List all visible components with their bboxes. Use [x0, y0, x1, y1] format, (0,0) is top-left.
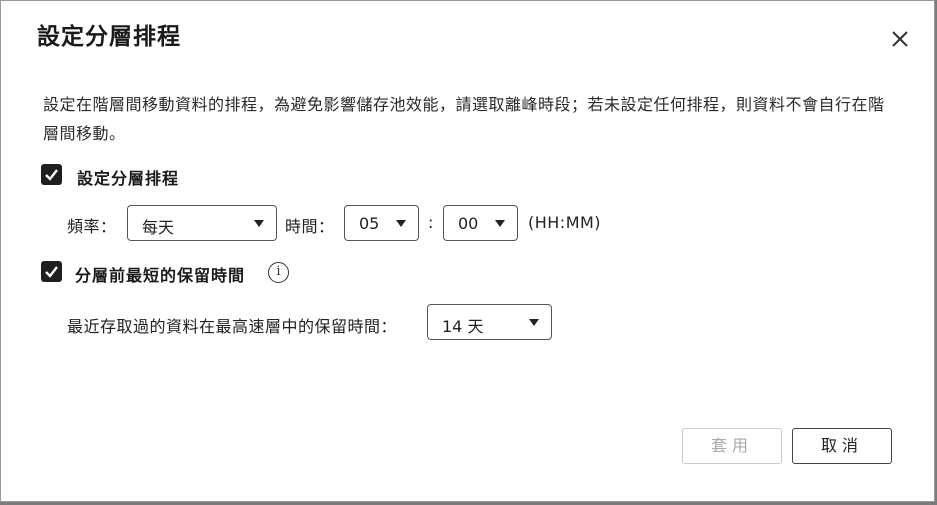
frequency-select[interactable]: 每天 — [127, 205, 277, 241]
tiering-schedule-dialog: 設定分層排程 設定在階層間移動資料的排程，為避免影響儲存池效能，請選取離峰時段；… — [0, 0, 935, 502]
minute-value: 00 — [458, 214, 479, 233]
chevron-down-icon — [396, 220, 406, 227]
close-icon — [892, 31, 908, 47]
checkmark-icon — [45, 169, 58, 181]
retention-select[interactable]: 14 天 — [427, 304, 552, 340]
dialog-description: 設定在階層間移動資料的排程，為避免影響儲存池效能，請選取離峰時段；若未設定任何排… — [43, 95, 885, 143]
close-button[interactable] — [887, 26, 913, 52]
chevron-down-icon — [495, 220, 505, 227]
time-separator: : — [428, 213, 434, 232]
retention-checkbox[interactable] — [41, 261, 62, 282]
cancel-button[interactable]: 取消 — [792, 428, 892, 464]
time-label: 時間： — [285, 217, 335, 236]
retention-field-label: 最近存取過的資料在最高速層中的保留時間： — [67, 317, 398, 336]
time-format-hint: (HH:MM) — [528, 213, 602, 232]
hour-value: 05 — [359, 214, 380, 233]
apply-button[interactable]: 套用 — [682, 428, 782, 464]
hour-select[interactable]: 05 — [344, 205, 419, 241]
info-icon[interactable]: i — [268, 262, 289, 283]
schedule-checkbox[interactable] — [41, 164, 62, 185]
retention-checkbox-label[interactable]: 分層前最短的保留時間 — [75, 262, 245, 286]
checkmark-icon — [45, 266, 58, 278]
dialog-title: 設定分層排程 — [37, 24, 181, 50]
schedule-checkbox-label[interactable]: 設定分層排程 — [77, 165, 179, 189]
minute-select[interactable]: 00 — [443, 205, 518, 241]
frequency-label: 頻率： — [67, 217, 117, 236]
chevron-down-icon — [529, 319, 539, 326]
chevron-down-icon — [254, 220, 264, 227]
frequency-value: 每天 — [142, 218, 175, 237]
retention-value: 14 天 — [442, 317, 484, 336]
